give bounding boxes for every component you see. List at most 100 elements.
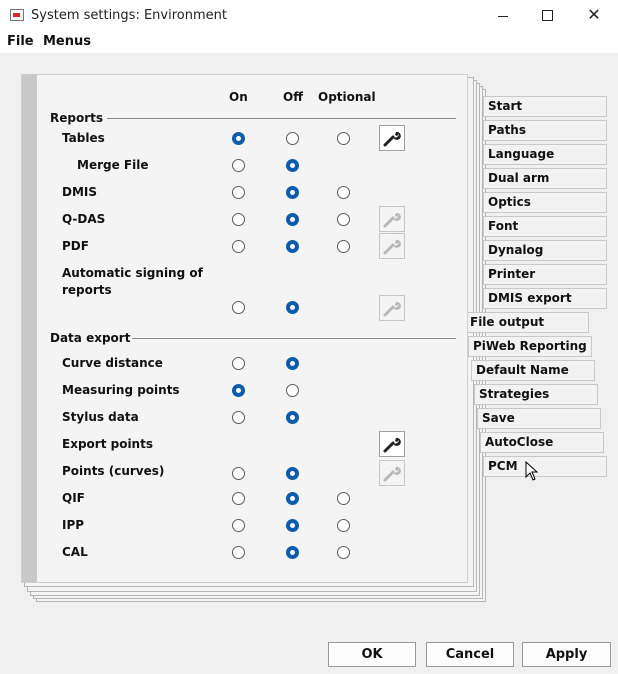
cal-on-radio[interactable]: [232, 546, 245, 559]
column-header-optional: Optional: [318, 90, 376, 104]
curve-distance-off-radio[interactable]: [286, 357, 299, 370]
maximize-icon: [542, 10, 553, 21]
tables-optional-radio[interactable]: [337, 132, 350, 145]
minimize-button[interactable]: [480, 0, 526, 32]
section-divider: [107, 118, 456, 119]
label-measuring-points: Measuring points: [62, 383, 180, 397]
curve-distance-on-radio[interactable]: [232, 357, 245, 370]
stylus-data-on-radio[interactable]: [232, 411, 245, 424]
app-icon: [10, 9, 24, 21]
qdas-settings-button[interactable]: [379, 206, 405, 232]
wrench-icon: [383, 437, 401, 453]
tab-dynalog[interactable]: Dynalog: [483, 240, 607, 261]
tab-file-output[interactable]: File output: [465, 312, 589, 333]
tab-optics[interactable]: Optics: [483, 192, 607, 213]
points-curves-settings-button[interactable]: [379, 460, 405, 486]
wrench-icon: [383, 239, 401, 255]
column-header-on: On: [229, 90, 248, 104]
dmis-optional-radio[interactable]: [337, 186, 350, 199]
label-points-curves: Points (curves): [62, 464, 165, 478]
title-bar: System settings: Environment ✕: [0, 0, 618, 32]
ipp-on-radio[interactable]: [232, 519, 245, 532]
label-merge-file: Merge File: [77, 158, 149, 172]
tables-settings-button[interactable]: [379, 125, 405, 151]
cancel-button[interactable]: Cancel: [426, 642, 514, 667]
cal-optional-radio[interactable]: [337, 546, 350, 559]
tab-save[interactable]: Save: [477, 408, 601, 429]
window-title: System settings: Environment: [31, 8, 227, 23]
tab-dmis-export[interactable]: DMIS export: [483, 288, 607, 309]
wrench-icon: [383, 466, 401, 482]
qdas-off-radio[interactable]: [286, 213, 299, 226]
column-header-off: Off: [283, 90, 303, 104]
wrench-icon: [383, 131, 401, 147]
tab-piweb-reporting[interactable]: PiWeb Reporting: [468, 336, 592, 357]
label-cal: CAL: [62, 545, 88, 559]
minimize-icon: [498, 16, 508, 17]
menu-bar: File Menus: [0, 32, 618, 53]
qdas-on-radio[interactable]: [232, 213, 245, 226]
ok-button[interactable]: OK: [328, 642, 416, 667]
qif-optional-radio[interactable]: [337, 492, 350, 505]
qif-off-radio[interactable]: [286, 492, 299, 505]
section-data-export: Data export: [50, 331, 131, 345]
stylus-data-off-radio[interactable]: [286, 411, 299, 424]
ipp-off-radio[interactable]: [286, 519, 299, 532]
mouse-cursor-icon: [525, 461, 539, 481]
label-export-points: Export points: [62, 437, 153, 451]
label-tables: Tables: [62, 131, 105, 145]
tables-on-radio[interactable]: [232, 132, 245, 145]
wrench-icon: [383, 212, 401, 228]
maximize-button[interactable]: [525, 0, 571, 32]
qdas-optional-radio[interactable]: [337, 213, 350, 226]
tab-dual-arm[interactable]: Dual arm: [483, 168, 607, 189]
label-pdf: PDF: [62, 239, 89, 253]
pdf-off-radio[interactable]: [286, 240, 299, 253]
label-qif: QIF: [62, 491, 85, 505]
label-stylus-data: Stylus data: [62, 410, 139, 424]
label-curve-distance: Curve distance: [62, 356, 163, 370]
menu-file[interactable]: File: [7, 34, 34, 49]
pdf-on-radio[interactable]: [232, 240, 245, 253]
label-qdas: Q-DAS: [62, 212, 106, 226]
pdf-optional-radio[interactable]: [337, 240, 350, 253]
label-dmis: DMIS: [62, 185, 98, 199]
menu-menus[interactable]: Menus: [43, 34, 91, 49]
environment-page: On Off Optional Reports Tables Merge Fil…: [21, 74, 468, 583]
merge-file-on-radio[interactable]: [232, 159, 245, 172]
tab-pcm[interactable]: PCM: [483, 456, 607, 477]
points-curves-off-radio[interactable]: [286, 467, 299, 480]
wrench-icon: [383, 301, 401, 317]
tab-strategies[interactable]: Strategies: [474, 384, 598, 405]
ipp-optional-radio[interactable]: [337, 519, 350, 532]
auto-sign-off-radio[interactable]: [286, 301, 299, 314]
auto-sign-on-radio[interactable]: [232, 301, 245, 314]
dmis-on-radio[interactable]: [232, 186, 245, 199]
apply-button[interactable]: Apply: [522, 642, 611, 667]
measuring-points-on-radio[interactable]: [232, 384, 245, 397]
merge-file-off-radio[interactable]: [286, 159, 299, 172]
tab-paths[interactable]: Paths: [483, 120, 607, 141]
export-points-settings-button[interactable]: [379, 431, 405, 457]
tab-start[interactable]: Start: [483, 96, 607, 117]
section-reports: Reports: [50, 111, 104, 125]
label-automatic-signing-cont: reports: [62, 283, 112, 297]
tab-printer[interactable]: Printer: [483, 264, 607, 285]
section-divider: [132, 338, 456, 339]
tab-font[interactable]: Font: [483, 216, 607, 237]
page-binding-strip: [22, 75, 37, 582]
close-icon: ✕: [587, 5, 601, 24]
label-ipp: IPP: [62, 518, 85, 532]
tab-autoclose[interactable]: AutoClose: [480, 432, 604, 453]
tab-language[interactable]: Language: [483, 144, 607, 165]
qif-on-radio[interactable]: [232, 492, 245, 505]
cal-off-radio[interactable]: [286, 546, 299, 559]
tables-off-radio[interactable]: [286, 132, 299, 145]
measuring-points-off-radio[interactable]: [286, 384, 299, 397]
close-button[interactable]: ✕: [571, 0, 617, 32]
pdf-settings-button[interactable]: [379, 233, 405, 259]
dmis-off-radio[interactable]: [286, 186, 299, 199]
points-curves-on-radio[interactable]: [232, 467, 245, 480]
tab-default-name[interactable]: Default Name: [471, 360, 595, 381]
auto-sign-settings-button[interactable]: [379, 295, 405, 321]
